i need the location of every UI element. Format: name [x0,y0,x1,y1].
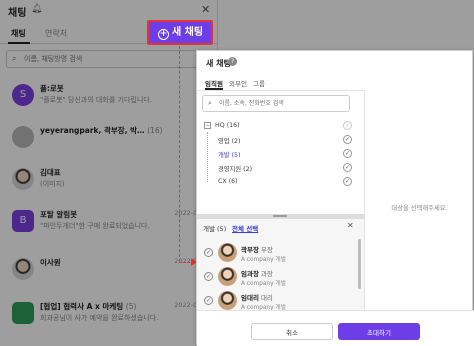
check-circle-icon[interactable]: ✓ [343,135,352,144]
member-name: 임과장 과장 [241,268,273,278]
selection-panel: 개발 (5) 전체 선택 ✕ ✓ 곽부장 부장 A company 개발 ✓ 임과… [197,219,364,311]
member-row[interactable]: ✓ 곽부장 부장 A company 개발 [197,240,357,266]
cancel-button[interactable]: 취소 [251,323,333,340]
check-circle-icon[interactable]: ✓ [204,296,213,305]
tree-label: 경영지원 (2) [218,166,253,173]
new-chat-modal: 새 채팅 ? 임직원 외부인 그룹 ⌕ − HQ (16) ✓ 영업 (2) ✓… [196,50,474,346]
tab-groups[interactable]: 그룹 [253,78,265,88]
callout-arrow [179,46,180,262]
member-row[interactable]: ✓ 임과장 과장 A company 개발 [197,264,357,290]
modal-footer: 취소 초대하기 [197,310,474,346]
check-circle-icon[interactable]: ✓ [343,121,352,130]
search-icon: ⌕ [208,99,212,107]
check-circle-icon[interactable]: ✓ [204,272,213,281]
member-name: 곽부장 부장 [241,244,273,254]
invite-button[interactable]: 초대하기 [338,323,420,340]
tree-label: 개발 (5) [218,152,241,159]
new-chat-button[interactable]: + 새 채팅 [147,20,213,45]
grip-icon [273,215,287,217]
selection-header: 개발 (5) [203,225,227,233]
divider [364,90,365,310]
check-circle-icon[interactable]: ✓ [343,163,352,172]
tree-node-management[interactable]: 경영지원 (2) ✓ [197,162,359,176]
member-search-input[interactable] [219,98,347,109]
tree-node-hq[interactable]: − HQ (16) ✓ [197,120,359,134]
avatar [218,267,237,286]
tree-node-sales[interactable]: 영업 (2) ✓ [197,134,359,148]
member-name-text: 임과장 [241,270,259,278]
member-company: A company 개발 [241,281,287,287]
tree-label: HQ (16) [215,122,240,129]
tree-node-cx[interactable]: CX (6) ✓ [197,176,359,190]
empty-selection-message: 대상을 선택해주세요. [391,205,448,212]
member-name: 임대리 대리 [241,292,273,302]
member-search: ⌕ [202,95,350,112]
select-all-link[interactable]: 전체 선택 [232,223,258,233]
check-circle-icon[interactable]: ✓ [343,149,352,158]
member-rank: 과장 [260,270,273,278]
avatar [218,243,237,262]
scrollbar[interactable] [358,239,361,289]
tab-external[interactable]: 외부인 [229,78,247,88]
close-icon[interactable]: ✕ [347,221,354,230]
help-icon[interactable]: ? [228,57,237,66]
member-rank: 대리 [260,294,273,302]
member-company: A company 개발 [241,257,287,263]
member-rank: 부장 [260,246,273,254]
tab-employees[interactable]: 임직원 [205,78,223,88]
tree-label: 영업 (2) [218,138,241,145]
tree-label: CX (6) [218,178,238,185]
member-name-text: 곽부장 [241,246,259,254]
collapse-icon[interactable]: − [204,122,211,129]
plus-circle-icon: + [158,29,169,40]
check-circle-icon[interactable]: ✓ [343,177,352,186]
tree-node-dev[interactable]: 개발 (5) ✓ [197,148,359,162]
avatar [218,291,237,310]
divider [197,90,364,91]
member-name-text: 임대리 [241,294,259,302]
check-circle-icon[interactable]: ✓ [204,248,213,257]
new-chat-label: 새 채팅 [172,27,204,38]
